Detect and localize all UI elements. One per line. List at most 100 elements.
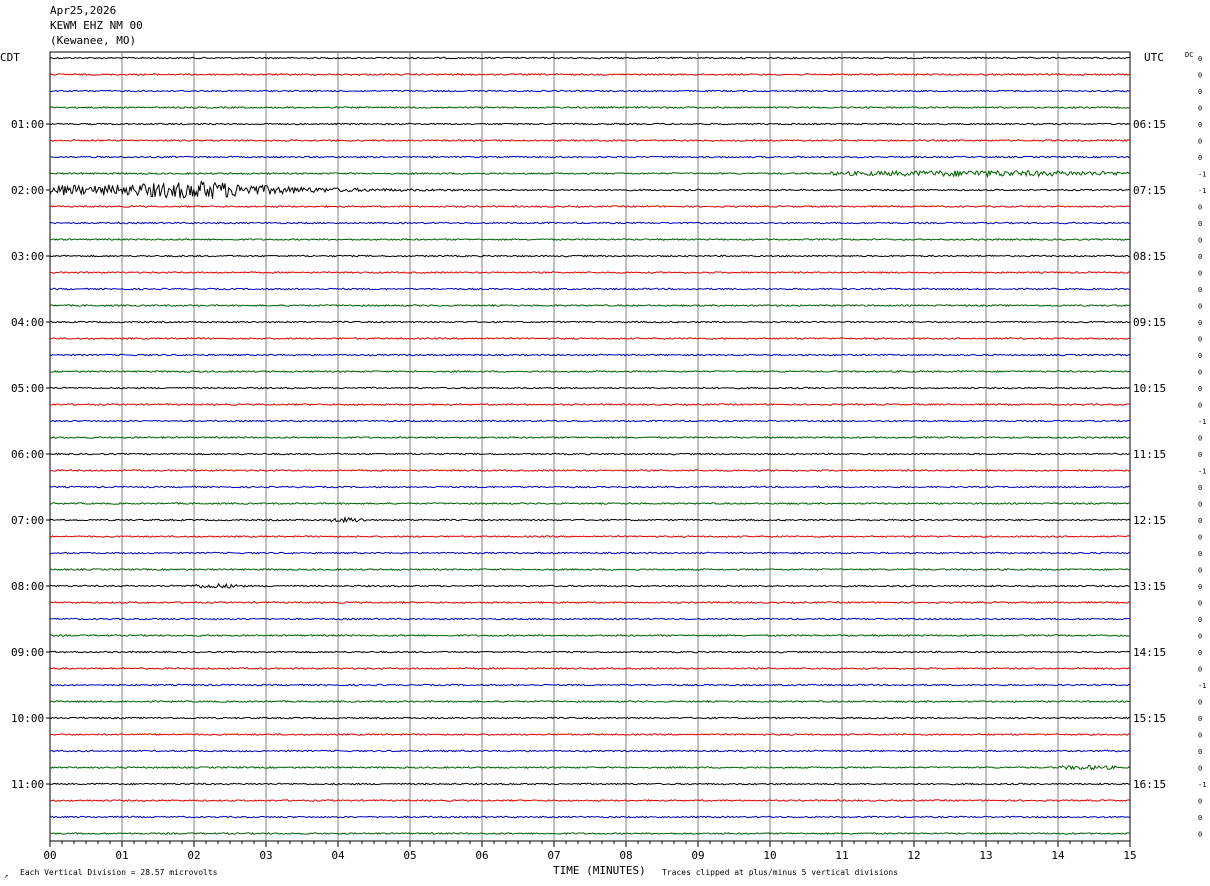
dc-offset-label: 0 xyxy=(1198,55,1202,63)
right-hour-label: 09:15 xyxy=(1133,316,1166,329)
dc-offset-label: -1 xyxy=(1198,468,1206,476)
trace-row xyxy=(49,716,1131,720)
dc-offset-label: 0 xyxy=(1198,319,1202,327)
trace-row xyxy=(49,683,1131,687)
trace-row xyxy=(49,370,1131,373)
x-tick-label: 13 xyxy=(979,849,992,862)
trace-row xyxy=(49,551,1131,555)
trace-row xyxy=(49,56,1131,60)
dc-offset-label: 0 xyxy=(1198,105,1202,113)
trace-row xyxy=(49,650,1131,654)
trace-row xyxy=(49,700,1131,704)
dc-offset-label: 0 xyxy=(1198,748,1202,756)
trace-row xyxy=(49,617,1131,621)
trace-row xyxy=(49,180,1131,199)
trace-row xyxy=(49,386,1131,390)
x-tick-label: 11 xyxy=(835,849,848,862)
dc-offset-label: -1 xyxy=(1198,171,1206,179)
x-tick-label: 08 xyxy=(619,849,632,862)
dc-offset-label: 0 xyxy=(1198,534,1202,542)
dc-offset-label: 0 xyxy=(1198,253,1202,261)
dc-offset-label: 0 xyxy=(1198,484,1202,492)
dc-offset-label: 0 xyxy=(1198,567,1202,575)
dc-offset-label: -1 xyxy=(1198,187,1206,195)
right-hour-label: 10:15 xyxy=(1133,382,1166,395)
x-tick-label: 05 xyxy=(403,849,416,862)
dc-offset-label: 0 xyxy=(1198,600,1202,608)
dc-offset-label: 0 xyxy=(1198,550,1202,558)
dc-offset-label: -1 xyxy=(1198,781,1206,789)
dc-offset-label: 0 xyxy=(1198,385,1202,393)
trace-row xyxy=(49,749,1131,753)
x-tick-label: 02 xyxy=(187,849,200,862)
x-tick-label: 12 xyxy=(907,849,920,862)
dc-label: DC xyxy=(1185,51,1193,59)
trace-row xyxy=(49,287,1131,291)
dc-offset-label: 0 xyxy=(1198,831,1202,839)
dc-offset-label: 0 xyxy=(1198,633,1202,641)
dc-offset-label: 0 xyxy=(1198,72,1202,80)
trace-row xyxy=(49,515,1131,524)
dc-offset-label: 0 xyxy=(1198,369,1202,377)
dc-offset-label: 0 xyxy=(1198,765,1202,773)
x-tick-label: 04 xyxy=(331,849,345,862)
dc-offset-label: 0 xyxy=(1198,121,1202,129)
dc-offset-label: 0 xyxy=(1198,336,1202,344)
trace-row xyxy=(49,122,1131,126)
dc-offset-label: 0 xyxy=(1198,451,1202,459)
trace-row xyxy=(49,799,1131,802)
x-tick-label: 03 xyxy=(259,849,272,862)
trace-row xyxy=(49,337,1131,340)
dc-offset-label: 0 xyxy=(1198,270,1202,278)
x-tick-label: 01 xyxy=(115,849,128,862)
dc-offset-label: 0 xyxy=(1198,138,1202,146)
dc-offset-label: 0 xyxy=(1198,352,1202,360)
dc-offset-label: 0 xyxy=(1198,814,1202,822)
trace-row xyxy=(49,436,1131,439)
left-hour-label: 04:00 xyxy=(11,316,44,329)
x-axis-title: TIME (MINUTES) xyxy=(553,864,646,877)
trace-row xyxy=(49,485,1131,489)
trace-row xyxy=(49,238,1130,242)
left-hour-label: 08:00 xyxy=(11,580,44,593)
x-tick-label: 06 xyxy=(475,849,488,862)
left-hour-label: 02:00 xyxy=(11,184,44,197)
dc-offset-label: 0 xyxy=(1198,402,1202,410)
trace-row xyxy=(49,733,1131,736)
trace-row xyxy=(49,764,1131,771)
trace-row xyxy=(49,419,1131,423)
trace-row xyxy=(49,353,1131,357)
right-hour-label: 12:15 xyxy=(1133,514,1166,527)
dc-offset-label: 0 xyxy=(1198,666,1202,674)
left-hour-label: 09:00 xyxy=(11,646,44,659)
trace-row xyxy=(49,469,1131,472)
helicorder-plot: 00 01 02 03 04 05 06 07 08 09 10 11 12 13 14 15CDT UTC DC… xyxy=(0,51,1206,880)
right-hour-label: 07:15 xyxy=(1133,184,1166,197)
trace-row xyxy=(49,782,1131,786)
trace-row xyxy=(49,155,1131,159)
trace-row xyxy=(49,320,1131,324)
dc-offset-label: 0 xyxy=(1198,154,1202,162)
right-hour-label: 16:15 xyxy=(1133,778,1166,791)
dc-offset-label: 0 xyxy=(1198,732,1202,740)
trace-row xyxy=(49,403,1131,406)
dc-offset-label: 0 xyxy=(1198,715,1202,723)
clip-note: Traces clipped at plus/minus 5 vertical … xyxy=(662,868,898,877)
trace-row xyxy=(49,831,1131,835)
left-axis-title: CDT xyxy=(0,51,20,64)
right-hour-label: 13:15 xyxy=(1133,580,1166,593)
dc-offset-label: 0 xyxy=(1198,286,1202,294)
right-hour-label: 06:15 xyxy=(1133,118,1166,131)
dc-offset-label: 0 xyxy=(1198,798,1202,806)
trace-row xyxy=(49,73,1131,76)
trace-row xyxy=(49,271,1131,274)
dc-offset-label: 0 xyxy=(1198,435,1202,443)
dc-offset-label: 0 xyxy=(1198,303,1202,311)
trace-row xyxy=(49,452,1131,456)
dc-offset-label: -1 xyxy=(1198,418,1206,426)
x-tick-label: 00 xyxy=(43,849,56,862)
trace-row xyxy=(49,106,1131,109)
dc-offset-label: 0 xyxy=(1198,220,1202,228)
trace-row xyxy=(49,254,1131,258)
dc-offset-label: 0 xyxy=(1198,501,1202,509)
